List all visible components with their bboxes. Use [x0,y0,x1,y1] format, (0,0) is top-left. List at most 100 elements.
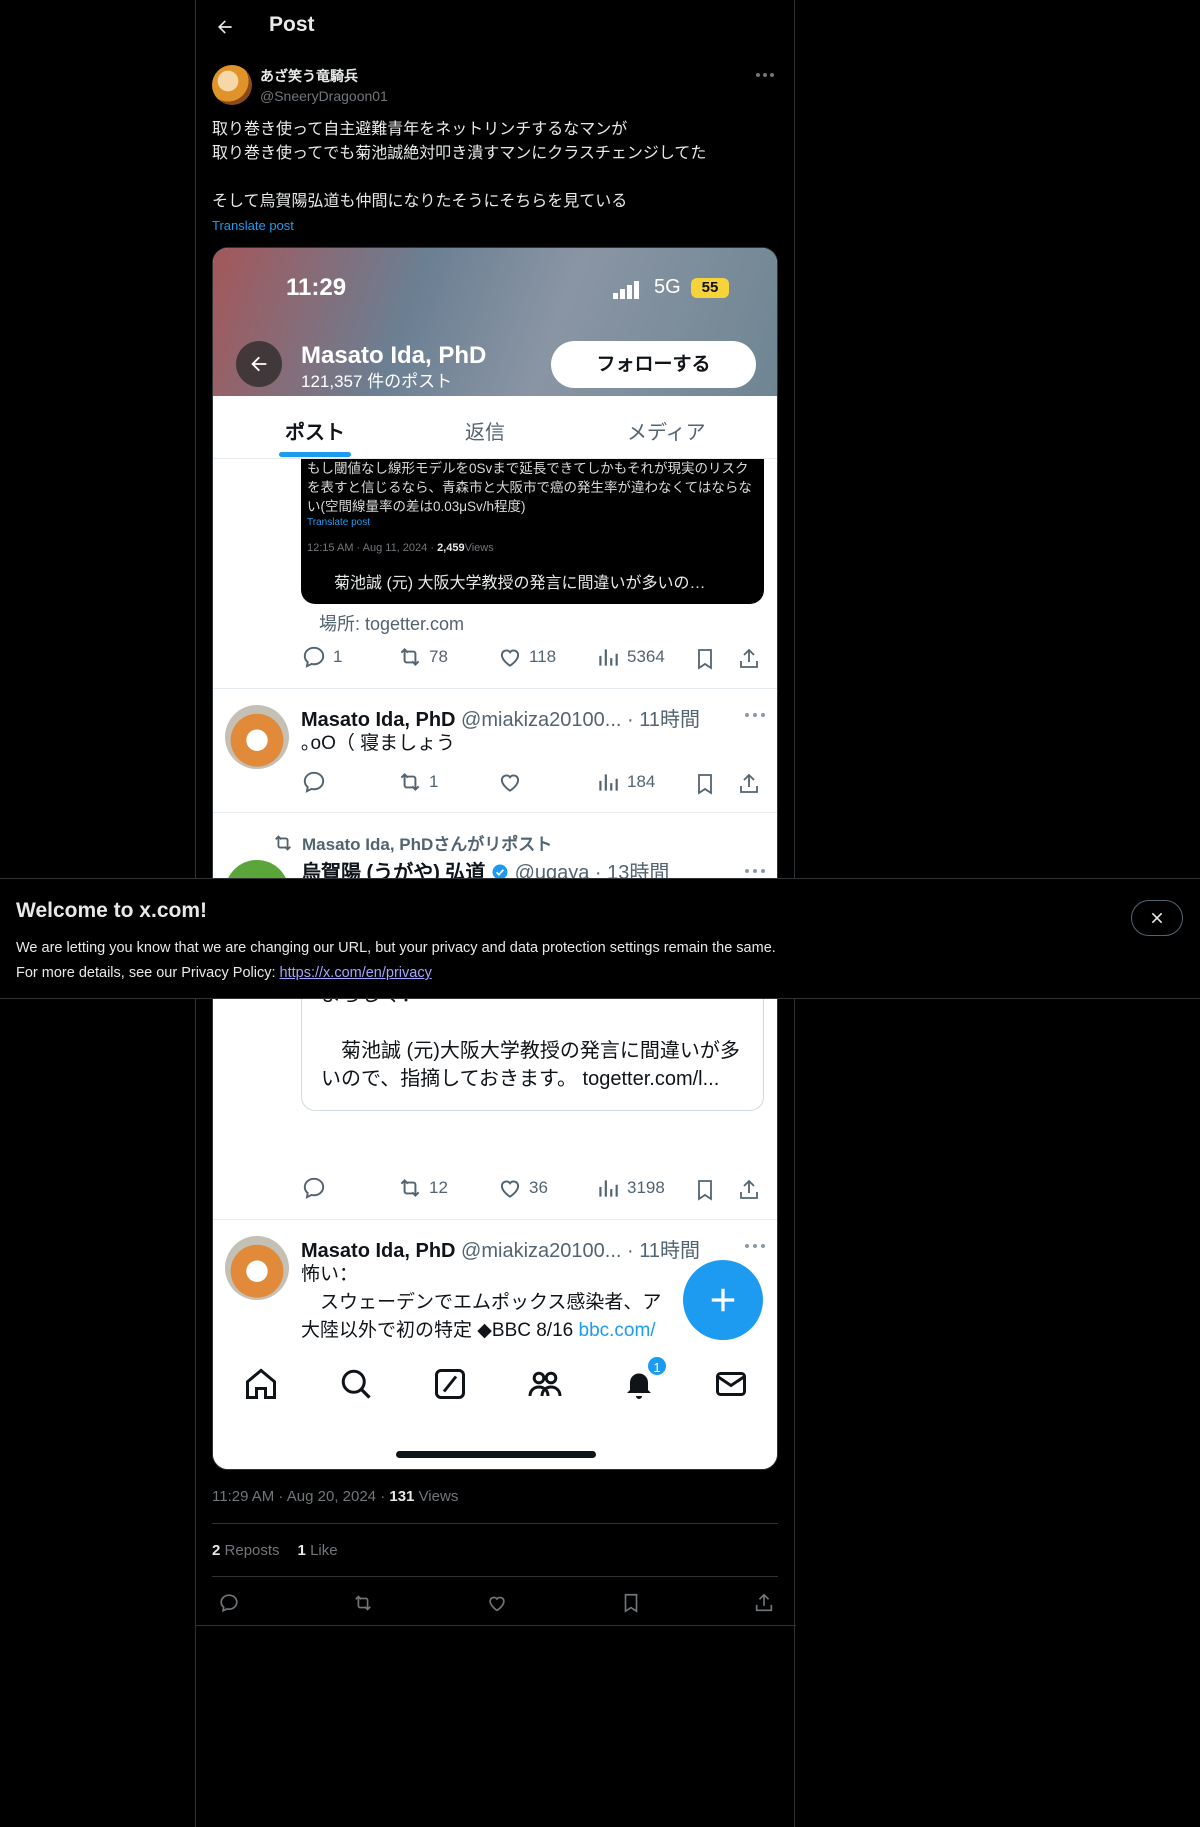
share-icon [740,1179,758,1199]
screenshot-post-count: 121,357 件のポスト [301,372,453,391]
repost-action: 12 [397,1175,448,1201]
divider [213,812,777,813]
page-title: Post [269,13,315,36]
search-icon [341,1369,371,1399]
divider [212,1523,778,1524]
screenshot-follow-button: フォローする [551,341,756,388]
row3-actions: 12 36 3198 [301,1175,759,1205]
arrow-left-icon [251,356,267,372]
row2-header: Masato Ida, PhD @miakiza20100... · 11時間 [301,709,700,731]
divider [213,1219,777,1220]
more-options-icon [745,869,765,873]
reposts-stat[interactable]: 2 Reposts [212,1542,280,1559]
plus-icon [711,1288,735,1312]
repost-action: 1 [397,769,438,795]
divider [212,1576,778,1577]
post-actions [196,1586,796,1620]
close-icon [1151,912,1163,924]
compose-fab [683,1260,763,1340]
views-action: 3198 [595,1175,665,1201]
screenshot-tabs: ポスト 返信 メディア [213,396,777,459]
author-handle[interactable]: @SneeryDragoon01 [260,88,388,104]
author-name[interactable]: あざ笑う竜騎兵 [260,66,388,86]
post-image[interactable]: 11:29 5G 55 Masato Ida, PhD 121,357 件のポス… [212,247,778,1470]
like-action: 36 [497,1175,548,1201]
views-action: 5364 [595,644,665,670]
status-time: 11:29 [286,274,347,301]
row4-header: Masato Ida, PhD @miakiza20100... · 11時間 [301,1240,700,1262]
mail-icon [716,1372,746,1396]
close-banner-button[interactable] [1131,900,1183,936]
bookmark-icon[interactable] [620,1592,642,1614]
quote-text: もし閾値なし線形モデルを0Svまで延長できてしかもそれが現実のリスクを表すと信じ… [307,461,752,514]
reply-icon [303,646,325,668]
post-time[interactable]: 11:29 AM [212,1488,274,1505]
screenshot-profile-name: Masato Ida, PhD [301,342,487,369]
heart-icon [500,774,520,792]
like-action [497,769,529,795]
avatar[interactable] [212,65,252,105]
repost-icon[interactable] [352,1592,374,1614]
row2-actions: 1 184 [301,769,759,799]
share-icon [740,648,758,668]
repost-icon [400,648,420,666]
repost-action: 78 [397,644,448,670]
reply-icon [303,771,325,793]
link-domain: 場所: togetter.com [319,614,465,634]
banner-text: We are letting you know that we are chan… [16,940,776,981]
screenshot-quote-card: もし閾値なし線形モデルを0Svまで延長できてしかもそれが現実のリスクを表すと信じ… [301,459,764,604]
quote-meta: 12:15 AM · Aug 11, 2024 · 2,459Views [307,542,494,554]
network-label: 5G [654,276,681,298]
back-button[interactable] [210,12,240,42]
divider [213,688,777,689]
privacy-policy-link[interactable]: https://x.com/en/privacy [280,965,432,981]
repost-icon [400,1179,420,1197]
views-action: 184 [595,769,655,795]
quote-translate: Translate post [307,517,370,528]
heart-icon [500,649,520,667]
like-action: 118 [497,644,556,670]
quote-link-title: 菊池誠 (元) 大阪大学教授の発言に間違いが多いの… [334,575,706,592]
views-icon [599,774,618,791]
more-options-icon [745,1244,765,1248]
post-timestamp: 11:29 AM · Aug 20, 2024 · 131 Views [212,1488,459,1505]
banner-title: Welcome to x.com! [16,899,207,922]
home-indicator [396,1451,596,1458]
share-icon[interactable] [753,1592,775,1614]
communities-icon [528,1371,562,1397]
bookmark-icon [698,649,712,670]
tab-replies: 返信 [465,422,505,444]
url-change-banner: Welcome to x.com! We are letting you kno… [0,878,1200,999]
row2-text: ｡oO（ 寝ましょう [301,733,456,754]
bookmark-icon [698,774,712,795]
home-icon [246,1368,276,1399]
reply-icon[interactable] [218,1592,240,1614]
more-options-icon[interactable] [754,66,776,84]
repost-icon [400,773,420,791]
repost-icon [275,834,291,851]
likes-stat[interactable]: 1 Like [298,1542,338,1559]
share-icon [740,773,758,793]
views-icon [599,649,618,666]
post-author[interactable]: あざ笑う竜騎兵 @SneeryDragoon01 [212,64,388,106]
heart-icon [500,1180,520,1198]
heart-icon[interactable] [486,1592,508,1614]
reply-action [301,1175,333,1201]
signal-icon [613,281,639,299]
top-bar: Post [196,0,796,53]
post-stats: 2 Reposts 1 Like [212,1542,338,1559]
post-date[interactable]: Aug 20, 2024 [287,1488,376,1505]
reply-action: 1 [301,644,342,670]
reply-action [301,769,333,795]
reply-icon [303,1177,325,1199]
avatar [225,705,289,769]
avatar [225,1236,289,1300]
views-icon [599,1180,618,1197]
battery-indicator: 55 [691,278,729,298]
divider [196,1625,796,1626]
grok-icon [435,1369,465,1399]
repost-note: Masato Ida, PhDさんがリポスト [272,830,552,855]
bookmark-icon [698,1180,712,1201]
translate-post-link[interactable]: Translate post [212,218,294,233]
post-text: 取り巻き使って自主避難青年をネットリンチするなマンが 取り巻き使ってでも菊池誠絶… [212,121,707,210]
